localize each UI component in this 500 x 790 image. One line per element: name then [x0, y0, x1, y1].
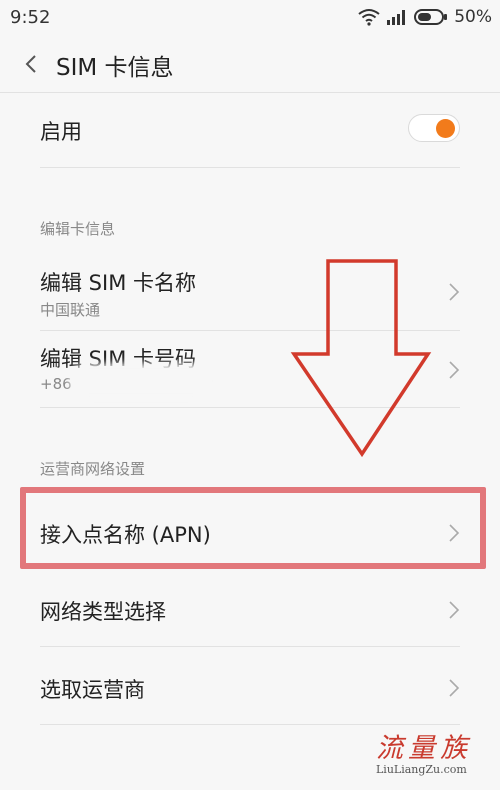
status-time: 9:52 [10, 7, 51, 28]
wifi-icon [358, 9, 380, 26]
chevron-right-icon [449, 601, 460, 619]
watermark-brand: 流量族 [376, 733, 472, 764]
chevron-right-icon [449, 361, 460, 379]
page-title: SIM 卡信息 [56, 55, 174, 81]
back-button[interactable] [16, 49, 46, 79]
section-title-network: 运营商网络设置 [40, 460, 146, 478]
status-icons: 50% [358, 7, 492, 27]
battery-percent: 50% [454, 7, 492, 27]
status-bar: 9:52 50% [0, 0, 500, 36]
divider [40, 646, 460, 647]
signal-icon [387, 10, 406, 25]
chevron-right-icon [449, 679, 460, 697]
redacted-number-blur [76, 370, 206, 392]
back-arrow-icon [25, 55, 36, 73]
divider [40, 167, 460, 168]
app-header: SIM 卡信息 [0, 36, 500, 93]
apn-highlight-box [20, 487, 486, 569]
network-type-label: 网络类型选择 [40, 600, 166, 624]
select-operator-label: 选取运营商 [40, 678, 145, 702]
section-title-card-info: 编辑卡信息 [40, 220, 116, 238]
chevron-right-icon [449, 283, 460, 301]
enable-toggle[interactable] [408, 114, 460, 142]
enable-label: 启用 [40, 120, 82, 144]
watermark-logo: 流量族 LiuLiangZu.com [376, 726, 488, 776]
battery-icon [414, 9, 448, 25]
enable-row[interactable]: 启用 [40, 116, 460, 146]
network-type-row[interactable]: 网络类型选择 [40, 596, 460, 628]
down-arrow-annotation [290, 259, 432, 458]
toggle-knob [436, 119, 455, 138]
select-operator-row[interactable]: 选取运营商 [40, 674, 460, 706]
divider [40, 724, 460, 725]
